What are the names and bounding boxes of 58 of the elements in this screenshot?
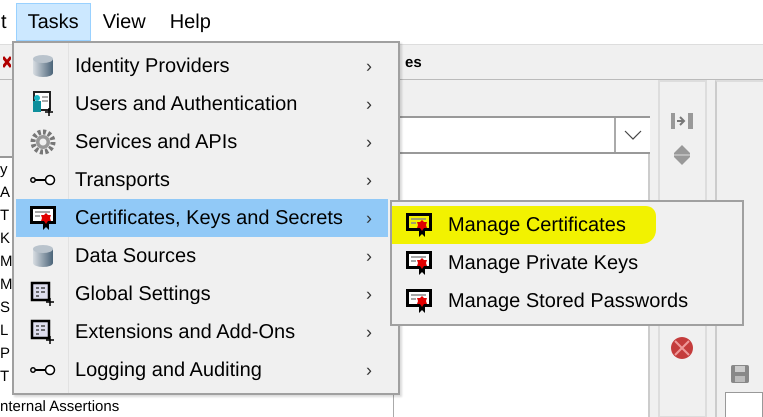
menu-item-label: Manage Stored Passwords	[448, 290, 688, 312]
tree-item[interactable]: nternal Assertions	[0, 395, 394, 417]
menu-item[interactable]: Data Sources ›	[16, 237, 388, 275]
submenu-arrow: ›	[366, 360, 373, 380]
move-icon[interactable]	[673, 144, 692, 166]
menu-item-label: Data Sources	[74, 244, 198, 268]
menu-item-label: Identity Providers	[74, 54, 231, 78]
submenu-arrow: ›	[366, 246, 373, 266]
save-icon[interactable]	[730, 364, 750, 384]
chevron-icon	[624, 130, 642, 140]
menu-item[interactable]: Identity Providers ›	[16, 47, 388, 85]
menu-item[interactable]: Services and APIs ›	[16, 123, 388, 161]
menu-item-label: Manage Certificates	[448, 214, 626, 236]
user-card-icon	[30, 91, 56, 117]
submenu-arrow: ›	[366, 284, 373, 304]
gear-icon	[30, 129, 56, 155]
menu-item-label: Services and APIs	[74, 130, 238, 154]
text-field[interactable]	[725, 392, 763, 417]
menu-bar-item[interactable]: Tasks	[16, 3, 91, 41]
split-icon[interactable]	[670, 112, 694, 130]
grid-plus-icon	[30, 319, 56, 345]
menu-item[interactable]: Extensions and Add-Ons ›	[16, 313, 388, 351]
menu-item[interactable]: Transports ›	[16, 161, 388, 199]
database-icon	[32, 54, 54, 78]
submenu-arrow: ›	[366, 132, 373, 152]
menu-item-label: Manage Private Keys	[448, 252, 638, 274]
menu-item-label: Certificates, Keys and Secrets	[74, 206, 344, 230]
menu-item-label: Extensions and Add-Ons	[74, 320, 296, 344]
menu-bar-item[interactable]: View	[90, 3, 158, 41]
menu-item[interactable]: Manage Stored Passwords	[392, 282, 718, 320]
submenu-arrow: ›	[366, 56, 373, 76]
database-icon	[32, 244, 54, 268]
menu-item[interactable]: Global Settings ›	[16, 275, 388, 313]
menu-item[interactable]: Users and Authentication ›	[16, 85, 388, 123]
certificate-icon	[406, 288, 432, 314]
certificate-icon	[406, 250, 432, 276]
grid-plus-icon	[30, 281, 56, 307]
certificate-icon	[30, 205, 56, 231]
menu-item[interactable]: Logging and Auditing ›	[16, 351, 388, 389]
submenu-arrow: ›	[366, 94, 373, 114]
menu-item-label: Users and Authentication	[74, 92, 298, 116]
cancel-icon[interactable]	[670, 336, 694, 360]
tab-label[interactable]: es	[405, 54, 422, 70]
toolbar-icon[interactable]	[3, 55, 11, 69]
menu-item-label: Transports	[74, 168, 171, 192]
menu-bar-item[interactable]: t	[0, 3, 16, 41]
menu-item-label: Global Settings	[74, 282, 212, 306]
menu-item-label: Logging and Auditing	[74, 358, 263, 382]
menu-item[interactable]: Manage Private Keys	[392, 244, 668, 282]
connector-icon	[30, 174, 56, 186]
menu-item[interactable]: Manage Certificates	[392, 206, 656, 244]
submenu-arrow: ›	[366, 170, 373, 190]
menu-item[interactable]: Certificates, Keys and Secrets ›	[16, 199, 388, 237]
submenu-arrow: ›	[366, 208, 373, 228]
menu-bar-item[interactable]: Help	[158, 3, 223, 41]
certificate-icon	[406, 212, 432, 238]
submenu-arrow: ›	[366, 322, 373, 342]
connector-icon	[30, 364, 56, 376]
